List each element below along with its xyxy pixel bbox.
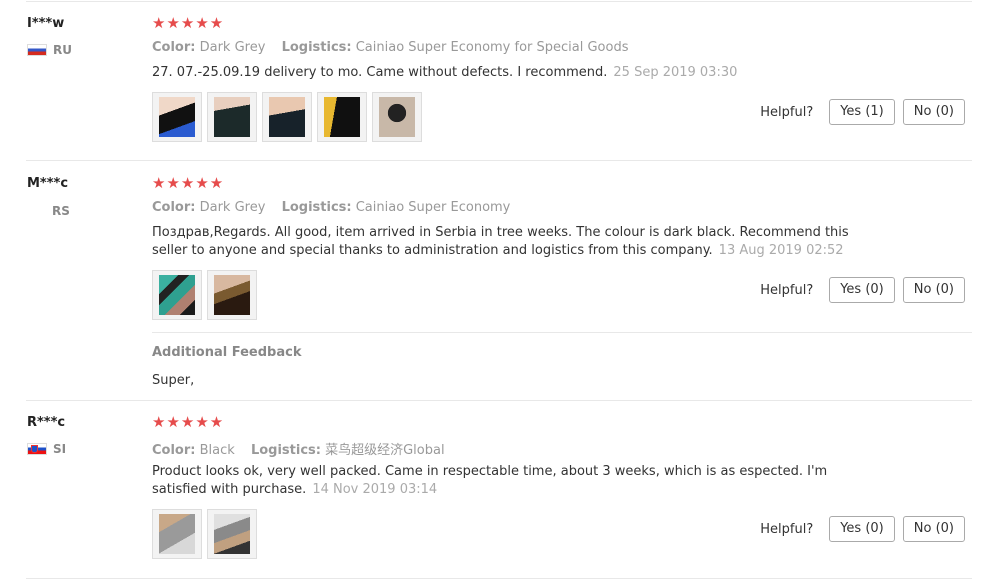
helpful-controls: Helpful? Yes (1) No (0) [760, 99, 965, 125]
reviewer-country: SI [27, 442, 66, 456]
helpful-no-button[interactable]: No (0) [902, 277, 965, 303]
review-date: 25 Sep 2019 03:30 [613, 65, 738, 80]
reviewer-country: RU [27, 43, 72, 57]
additional-feedback-divider [152, 332, 972, 333]
flag-ru-icon [27, 44, 47, 56]
review-text: 27. 07.-25.09.19 delivery to mo. Came wi… [152, 64, 872, 82]
photo-thumbnails [152, 509, 257, 559]
review-photo-thumbnail[interactable] [207, 270, 257, 320]
order-info: Color: Dark Grey Logistics: Cainiao Supe… [152, 40, 629, 55]
logistics-value: Cainiao Super Economy [355, 200, 511, 215]
review-text: Product looks ok, very well packed. Came… [152, 463, 872, 499]
review-photo-thumbnail[interactable] [152, 92, 202, 142]
star-rating: ★★★★★ [152, 413, 225, 431]
color-value: Dark Grey [199, 40, 266, 55]
color-value: Black [199, 443, 235, 458]
reviewer-name: I***w [27, 16, 65, 31]
star-rating: ★★★★★ [152, 174, 225, 192]
review-date: 13 Aug 2019 02:52 [718, 243, 844, 258]
helpful-label: Helpful? [760, 521, 814, 537]
country-code: SI [53, 442, 67, 456]
helpful-controls: Helpful? Yes (0) No (0) [760, 516, 965, 542]
color-label: Color: [152, 40, 196, 55]
review-photo-thumbnail[interactable] [152, 270, 202, 320]
helpful-label: Helpful? [760, 104, 814, 120]
color-value: Dark Grey [199, 200, 266, 215]
review-photo-thumbnail[interactable] [207, 92, 257, 142]
helpful-no-button[interactable]: No (0) [902, 516, 965, 542]
review-body: 27. 07.-25.09.19 delivery to mo. Came wi… [152, 65, 608, 80]
color-label: Color: [152, 443, 196, 458]
review-body: Product looks ok, very well packed. Came… [152, 464, 828, 497]
review-photo-thumbnail[interactable] [262, 92, 312, 142]
review-divider [26, 160, 972, 161]
review-photo-thumbnail[interactable] [152, 509, 202, 559]
review-divider [26, 400, 972, 401]
review-photo-thumbnail[interactable] [372, 92, 422, 142]
order-info: Color: Black Logistics: 菜鸟超级经济Global [152, 439, 445, 458]
review-photo-thumbnail[interactable] [207, 509, 257, 559]
order-info: Color: Dark Grey Logistics: Cainiao Supe… [152, 200, 510, 215]
logistics-label: Logistics: [250, 443, 321, 458]
logistics-value: Cainiao Super Economy for Special Goods [355, 40, 629, 55]
review-date: 14 Nov 2019 03:14 [312, 482, 438, 497]
review-divider [26, 578, 972, 579]
review-text: Поздрав,Regards. All good, item arrived … [152, 224, 872, 260]
flag-si-icon [27, 443, 47, 455]
helpful-yes-button[interactable]: Yes (0) [829, 516, 895, 542]
helpful-yes-button[interactable]: Yes (1) [829, 99, 895, 125]
photo-thumbnails [152, 92, 422, 142]
review-photo-thumbnail[interactable] [317, 92, 367, 142]
star-rating: ★★★★★ [152, 14, 225, 32]
color-label: Color: [152, 200, 196, 215]
logistics-label: Logistics: [281, 200, 352, 215]
helpful-no-button[interactable]: No (0) [902, 99, 965, 125]
country-code: RU [53, 43, 72, 57]
helpful-label: Helpful? [760, 282, 814, 298]
top-divider [26, 1, 972, 2]
logistics-label: Logistics: [281, 40, 352, 55]
reviewer-name: M***c [27, 176, 69, 191]
photo-thumbnails [152, 270, 257, 320]
logistics-value: 菜鸟超级经济Global [325, 443, 445, 458]
helpful-controls: Helpful? Yes (0) No (0) [760, 277, 965, 303]
country-code: RS [52, 204, 70, 218]
helpful-yes-button[interactable]: Yes (0) [829, 277, 895, 303]
additional-feedback-title: Additional Feedback [152, 345, 302, 360]
additional-feedback-text: Super, [152, 373, 195, 388]
reviewer-country: RS [52, 204, 70, 218]
reviewer-name: R***c [27, 415, 66, 430]
